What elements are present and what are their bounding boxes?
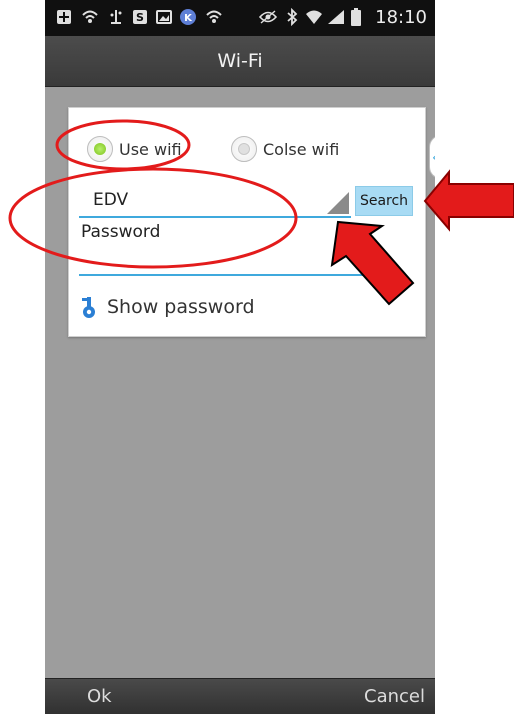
use-wifi-radio[interactable]: [87, 136, 113, 162]
key-icon: [79, 295, 99, 319]
wifi-signal-icon: [81, 8, 99, 26]
password-label: Password: [81, 222, 161, 242]
title-bar: Wi-Fi: [45, 36, 435, 87]
search-button[interactable]: Search: [355, 186, 413, 216]
wifi-settings-card: Use wifi Colse wifi EDV Search Password: [68, 107, 426, 337]
phone-screen: S K 18:10 Wi-Fi Use wifi Colse wifi EDV …: [45, 0, 435, 714]
close-wifi-label: Colse wifi: [263, 139, 340, 159]
password-field[interactable]: Password: [79, 220, 365, 276]
bluetooth-icon: [283, 8, 301, 26]
k-app-icon: K: [179, 8, 197, 26]
usb-icon: [107, 8, 125, 26]
close-wifi-radio[interactable]: [231, 136, 257, 162]
s-app-icon: S: [131, 8, 149, 26]
bottom-bar: Ok Cancel: [45, 678, 435, 714]
clock: 18:10: [375, 7, 427, 28]
wifi-icon: [305, 8, 323, 26]
close-wifi-option[interactable]: Colse wifi: [231, 134, 339, 164]
battery-icon: [347, 8, 365, 26]
page-title: Wi-Fi: [217, 50, 263, 72]
add-box-icon: [55, 8, 73, 26]
svg-text:S: S: [136, 11, 144, 24]
use-wifi-label: Use wifi: [119, 139, 182, 159]
svg-text:K: K: [184, 13, 193, 24]
arrow-pointing-search: [423, 169, 514, 232]
wifi-signal-icon: [205, 8, 223, 26]
eye-icon: [259, 8, 277, 26]
use-wifi-option[interactable]: Use wifi: [87, 134, 182, 164]
side-drawer-tab[interactable]: ‹: [429, 135, 435, 179]
dropdown-triangle-icon: [327, 192, 349, 214]
ssid-value: EDV: [93, 190, 129, 210]
cancel-button[interactable]: Cancel: [364, 686, 425, 707]
status-bar: S K 18:10: [45, 0, 435, 36]
show-password-label: Show password: [107, 296, 255, 318]
show-password-option[interactable]: Show password: [79, 292, 255, 322]
image-icon: [155, 8, 173, 26]
cell-signal-icon: [327, 8, 345, 26]
ssid-spinner[interactable]: EDV: [79, 184, 351, 218]
ok-button[interactable]: Ok: [87, 686, 112, 707]
